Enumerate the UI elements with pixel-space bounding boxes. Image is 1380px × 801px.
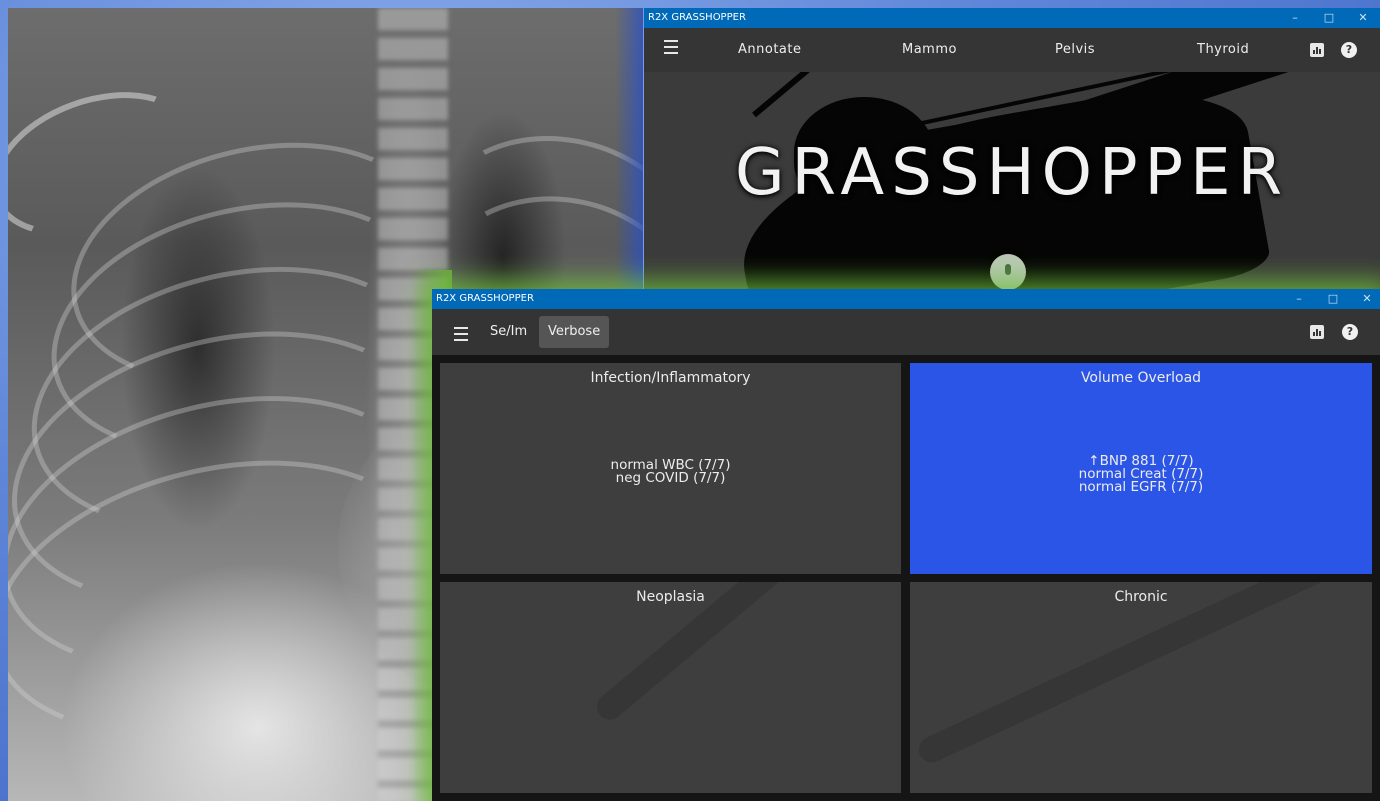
finding-line: neg COVID (7/7): [615, 470, 726, 486]
panel-title: Chronic: [1114, 589, 1168, 605]
chart-icon[interactable]: [1310, 325, 1324, 339]
panel-infection-inflammatory[interactable]: Infection/Inflammatory normal WBC (7/7) …: [440, 363, 901, 574]
main-nav-bar: Annotate Mammo Pelvis Thyroid ?: [644, 28, 1380, 72]
tab-pelvis[interactable]: Pelvis: [1055, 28, 1095, 72]
panel-chronic[interactable]: Chronic: [910, 582, 1372, 793]
tab-annotate[interactable]: Annotate: [738, 28, 801, 72]
minimize-button[interactable]: –: [1278, 8, 1312, 28]
help-icon[interactable]: ?: [1341, 42, 1357, 58]
close-button[interactable]: ✕: [1346, 8, 1380, 28]
tab-verbose[interactable]: Verbose: [539, 316, 610, 348]
title-bar: R2X GRASSHOPPER – □ ✕: [644, 8, 1380, 28]
tab-thyroid[interactable]: Thyroid: [1197, 28, 1249, 72]
hero-banner: GRASSHOPPER: [644, 72, 1380, 298]
maximize-button[interactable]: □: [1312, 8, 1346, 28]
minimize-button[interactable]: –: [1282, 289, 1316, 309]
grasshopper-main-window: R2X GRASSHOPPER – □ ✕ Annotate Mammo Pel…: [644, 8, 1380, 298]
microphone-icon[interactable]: [990, 254, 1026, 290]
tab-mammo[interactable]: Mammo: [902, 28, 957, 72]
panel-title: Neoplasia: [636, 589, 705, 605]
menu-icon[interactable]: [454, 327, 468, 345]
panel-neoplasia[interactable]: Neoplasia: [440, 582, 901, 793]
menu-icon[interactable]: [664, 40, 678, 58]
panel-title: Infection/Inflammatory: [590, 370, 751, 386]
help-icon[interactable]: ?: [1342, 324, 1358, 340]
tab-se-im[interactable]: Se/Im: [481, 316, 536, 348]
panel-volume-overload[interactable]: Volume Overload ↑BNP 881 (7/7) normal Cr…: [910, 363, 1372, 574]
close-button[interactable]: ✕: [1350, 289, 1380, 309]
toolbar: Se/Im Verbose ?: [432, 309, 1380, 355]
title-bar: R2X GRASSHOPPER – □ ✕: [432, 289, 1380, 309]
window-title: R2X GRASSHOPPER: [436, 293, 534, 304]
finding-line: normal EGFR (7/7): [1078, 479, 1204, 495]
category-grid: Infection/Inflammatory normal WBC (7/7) …: [432, 355, 1380, 801]
window-title: R2X GRASSHOPPER: [648, 12, 746, 23]
panel-title: Volume Overload: [1080, 370, 1202, 386]
grasshopper-verbose-window: R2X GRASSHOPPER – □ ✕ Se/Im Verbose ? In…: [432, 289, 1380, 801]
chart-icon[interactable]: [1310, 43, 1324, 57]
maximize-button[interactable]: □: [1316, 289, 1350, 309]
app-logo-title: GRASSHOPPER: [734, 136, 1290, 210]
